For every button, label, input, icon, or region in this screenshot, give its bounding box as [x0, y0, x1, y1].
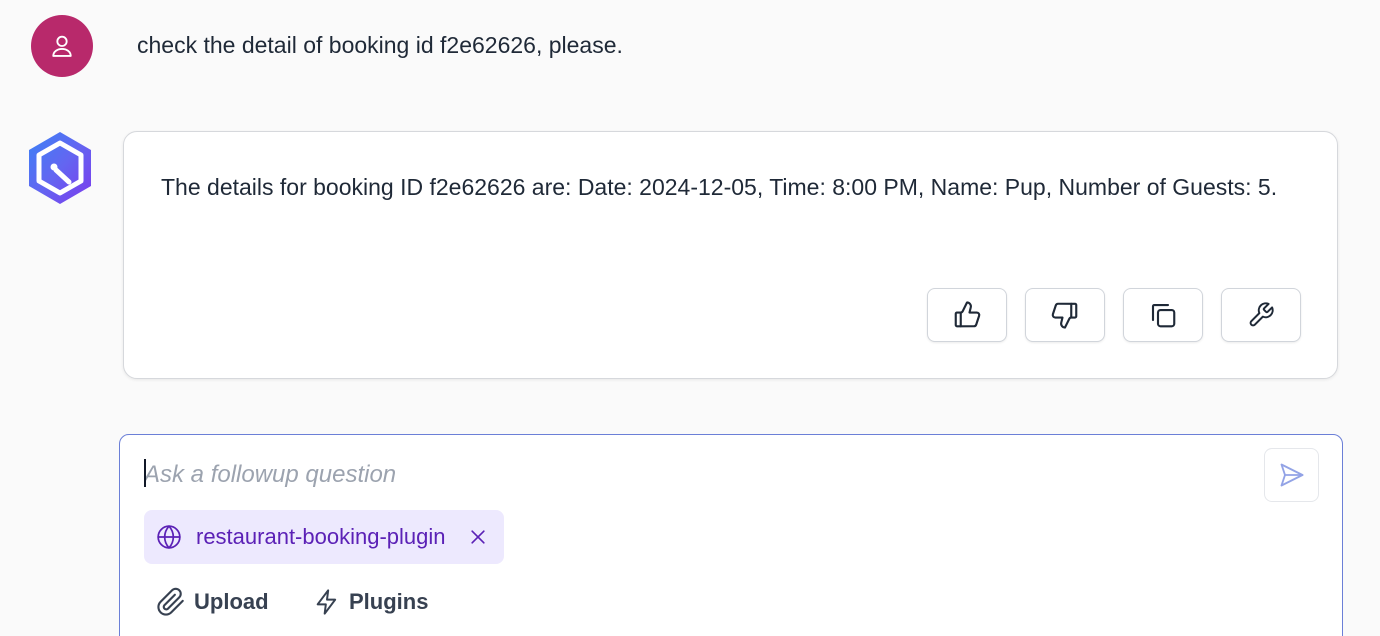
tool-button[interactable] [1221, 288, 1301, 342]
user-avatar [31, 15, 93, 77]
send-button[interactable] [1264, 448, 1319, 502]
plugin-chip-label: restaurant-booking-plugin [196, 524, 446, 549]
thumbs-down-icon [1051, 302, 1078, 329]
globe-icon [157, 525, 181, 549]
plugins-button[interactable]: Plugins [313, 587, 428, 617]
thumbs-up-icon [954, 301, 981, 328]
user-message-text: check the detail of booking id f2e62626,… [137, 32, 623, 58]
plugins-label: Plugins [349, 589, 429, 614]
thumbs-up-button[interactable] [927, 288, 1007, 342]
close-icon [470, 530, 485, 544]
upload-button[interactable]: Upload [156, 587, 269, 617]
chat-page: check the detail of booking id f2e62626,… [0, 0, 1380, 636]
copy-button[interactable] [1123, 288, 1203, 342]
text-caret [144, 459, 146, 487]
wrench-icon [1249, 302, 1274, 327]
user-icon [52, 35, 72, 57]
paperclip-icon [157, 587, 184, 616]
lightning-icon [316, 589, 337, 615]
remove-plugin-button[interactable] [468, 527, 488, 547]
followup-input[interactable] [144, 455, 1244, 495]
assistant-avatar [25, 130, 95, 206]
copy-icon [1151, 303, 1176, 328]
send-icon [1280, 463, 1303, 487]
upload-label: Upload [194, 589, 269, 614]
assistant-logo-icon [29, 132, 91, 204]
thumbs-down-button[interactable] [1025, 288, 1105, 342]
assistant-message-text: The details for booking ID f2e62626 are:… [161, 174, 1278, 200]
followup-composer: restaurant-booking-plugin Upload Plugins [119, 434, 1343, 636]
active-plugin-chip: restaurant-booking-plugin [144, 510, 504, 564]
assistant-message-card: The details for booking ID f2e62626 are:… [123, 131, 1338, 379]
